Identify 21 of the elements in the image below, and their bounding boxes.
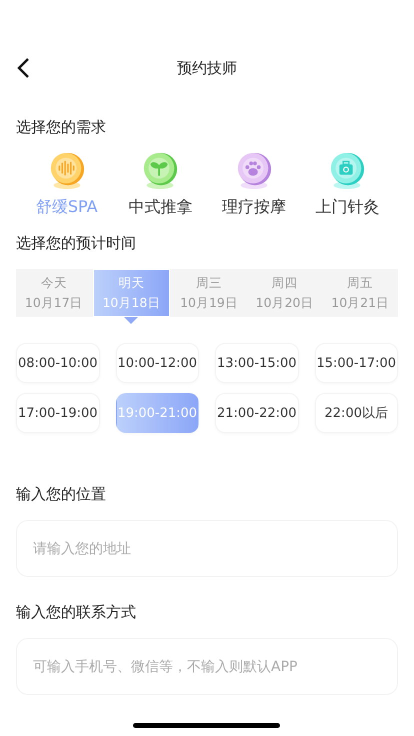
first-aid-kit-icon[interactable] (328, 151, 366, 191)
pointer-icon (124, 317, 138, 324)
time-slot-button[interactable]: 21:00-22:00 (215, 393, 298, 433)
service-option[interactable]: 中式推拿 (128, 197, 192, 218)
page-title: 预约技师 (177, 59, 237, 78)
time-slot-button[interactable]: 08:00-10:00 (16, 343, 100, 383)
section-title: 选择您的预计时间 (16, 234, 137, 253)
address-field[interactable]: 请输入您的地址 (16, 520, 398, 577)
service-option[interactable]: 上门针灸 (315, 197, 380, 218)
contact-field[interactable]: 可输入手机号、微信等，不输入则默认APP (16, 638, 398, 695)
time-slot-button[interactable]: 22:00以后 (314, 393, 398, 433)
back-icon[interactable] (16, 57, 30, 79)
section-title: 输入您的联系方式 (16, 603, 137, 622)
time-slot-button[interactable]: 15:00-17:00 (314, 343, 398, 383)
time-slot-button[interactable]: 13:00-15:00 (215, 343, 298, 383)
section-title: 选择您的需求 (16, 118, 107, 137)
time-slot-button[interactable]: 17:00-19:00 (16, 393, 100, 433)
time-slot-button[interactable]: 10:00-12:00 (116, 343, 199, 383)
service-option[interactable]: 理疗按摩 (222, 197, 286, 218)
sprout-icon[interactable] (141, 151, 180, 191)
section-title: 输入您的位置 (16, 485, 107, 504)
